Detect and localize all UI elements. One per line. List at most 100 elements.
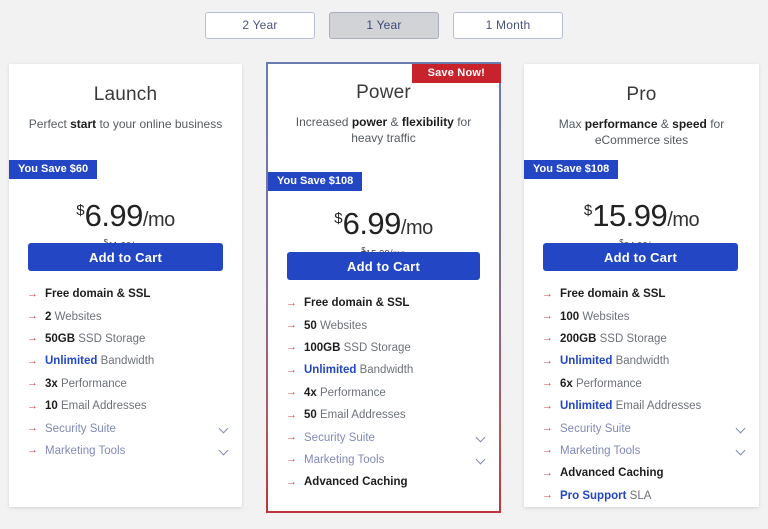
feature-label: Security Suite [560,422,631,435]
feature-label: 3x Performance [45,377,127,390]
save-now-ribbon: Save Now! [411,64,501,83]
feature-item: → 100GB SSD Storage [286,337,487,359]
add-to-cart-button[interactable]: Add to Cart [28,243,223,271]
feature-item: → 200GB SSD Storage [542,328,747,350]
feature-item: → Free domain & SSL [542,283,747,305]
arrow-right-icon: → [542,332,553,345]
arrow-right-icon: → [542,489,553,502]
feature-label: 50GB SSD Storage [45,332,146,345]
chevron-down-icon[interactable] [476,432,487,443]
feature-item: → Free domain & SSL [27,283,230,305]
feature-list: → Free domain & SSL → 50 Websites → 100GB SSD… [286,292,487,494]
arrow-right-icon: → [286,453,297,466]
feature-label: Unlimited Bandwidth [45,355,155,368]
current-price: $6.99/mo [334,206,433,241]
feature-item: → Advanced Caching [542,462,747,484]
feature-list: → Free domain & SSL → 100 Websites → 200GB SS… [542,283,747,507]
feature-label: Security Suite [304,431,375,444]
plan-card-body: Save Now! Power Increased power & flexibil… [268,64,501,529]
arrow-right-icon: → [542,422,553,435]
feature-label: Marketing Tools [45,444,126,457]
feature-label: 100 Websites [560,310,630,323]
feature-label: Free domain & SSL [304,297,410,310]
feature-item: → Unlimited Bandwidth [542,350,747,372]
arrow-right-icon: → [27,399,38,412]
arrow-right-icon: → [542,287,553,300]
plan-title: Power [356,82,411,103]
toggle-gap [439,25,453,26]
arrow-right-icon: → [542,466,553,479]
feature-label: 100GB SSD Storage [304,341,411,354]
feature-item-expandable[interactable]: → Marketing Tools [27,440,230,462]
chevron-down-icon[interactable] [476,454,487,465]
feature-label: Unlimited Bandwidth [560,355,670,368]
feature-item: → 50GB SSD Storage [27,328,230,350]
arrow-right-icon: → [542,377,553,390]
plan-card-body: Launch Perfect start to your online busin… [9,84,242,527]
arrow-right-icon: → [27,377,38,390]
chevron-down-icon[interactable] [219,445,230,456]
feature-label: Marketing Tools [560,444,641,457]
you-save-badge: You Save $108 [524,160,619,179]
chevron-down-icon[interactable] [219,423,230,434]
arrow-right-icon: → [27,354,38,367]
arrow-right-icon: → [286,431,297,444]
feature-item-expandable[interactable]: → Marketing Tools [542,440,747,462]
chevron-down-icon[interactable] [736,423,747,434]
price-period: /mo [142,209,175,231]
feature-item: → 50 Websites [286,314,487,336]
feature-label: 2 Websites [45,310,102,323]
feature-item: → 3x Performance [27,373,230,395]
plan-tagline: Perfect start to your online business [28,117,223,131]
term-option-1-year[interactable]: 1 Year [329,12,439,39]
feature-item: → Advanced Caching [286,471,487,493]
arrow-right-icon: → [27,422,38,435]
feature-list: → Free domain & SSL → 2 Websites → 50GB SSD S… [27,283,230,462]
arrow-right-icon: → [286,341,297,354]
feature-item: → Unlimited Email Addresses [542,395,747,417]
arrow-right-icon: → [27,287,38,300]
arrow-right-icon: → [542,354,553,367]
arrow-right-icon: → [286,475,297,488]
feature-item-expandable[interactable]: → Security Suite [286,426,487,448]
term-option-2-year[interactable]: 2 Year [205,12,315,39]
add-to-cart-button[interactable]: Add to Cart [543,243,738,271]
chevron-down-icon[interactable] [736,445,747,456]
you-save-badge: You Save $60 [9,160,98,179]
feature-item-expandable[interactable]: → Security Suite [27,417,230,439]
feature-item-expandable[interactable]: → Marketing Tools [286,449,487,471]
feature-label: Unlimited Email Addresses [560,400,702,413]
feature-label: 6x Performance [560,377,642,390]
feature-item: → Pro Support SLA [542,485,747,507]
feature-item: → Unlimited Bandwidth [286,359,487,381]
feature-label: Free domain & SSL [560,288,666,301]
arrow-right-icon: → [286,363,297,376]
term-option-1-month[interactable]: 1 Month [453,12,563,39]
billing-term-toggle[interactable]: 2 Year 1 Year 1 Month [0,0,768,39]
arrow-right-icon: → [27,444,38,457]
feature-label: Pro Support SLA [560,489,652,502]
price-period: /mo [667,209,700,231]
feature-item: → Unlimited Bandwidth [27,350,230,372]
plan-card-pro: Pro Max performance & speed for eCommerce… [524,64,759,507]
feature-item: → 50 Email Addresses [286,404,487,426]
feature-label: Unlimited Bandwidth [304,364,414,377]
arrow-right-icon: → [542,399,553,412]
add-to-cart-button[interactable]: Add to Cart [287,252,480,280]
arrow-right-icon: → [27,310,38,323]
currency-symbol: $ [583,202,593,219]
arrow-right-icon: → [542,310,553,323]
price-period: /mo [400,217,433,239]
arrow-right-icon: → [286,386,297,399]
plan-card-body: Pro Max performance & speed for eCommerce… [524,84,759,527]
arrow-right-icon: → [286,408,297,421]
feature-item-expandable[interactable]: → Security Suite [542,417,747,439]
arrow-right-icon: → [286,319,297,332]
current-price: $6.99/mo [76,198,175,233]
feature-label: Security Suite [45,422,116,435]
current-price: $15.99/mo [583,198,700,233]
feature-label: 50 Email Addresses [304,409,406,422]
you-save-badge: You Save $108 [268,172,363,191]
arrow-right-icon: → [286,296,297,309]
feature-label: 50 Websites [304,319,368,332]
